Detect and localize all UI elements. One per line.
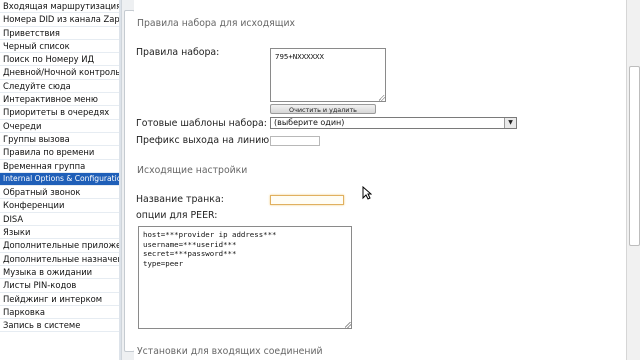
sidebar-scrollbar[interactable]: [121, 0, 135, 360]
resize-grip-icon[interactable]: [379, 95, 385, 101]
sidebar-item[interactable]: Правила по времени: [0, 146, 119, 160]
peer-options-label: опции для PEER:: [136, 210, 218, 221]
sidebar-item[interactable]: Дополнительные назначения: [0, 253, 119, 266]
incoming-settings-title: Установки для входящих соединений: [137, 346, 323, 357]
sidebar-item[interactable]: DISA: [0, 213, 119, 227]
sidebar-item[interactable]: Музыка в ожидании: [0, 266, 119, 280]
templates-label: Готовые шаблоны набора:: [136, 118, 267, 129]
sidebar-item[interactable]: Следуйте сюда: [0, 80, 119, 94]
prefix-input[interactable]: [270, 136, 320, 146]
trunk-name-label: Название транка:: [136, 194, 224, 205]
sidebar-item[interactable]: Парковка: [0, 306, 119, 320]
sidebar-item[interactable]: Интерактивное меню: [0, 93, 119, 107]
sidebar-item[interactable]: Пейджинг и интерком: [0, 293, 119, 306]
resize-grip-icon[interactable]: [345, 322, 351, 328]
trunk-name-input[interactable]: [270, 195, 344, 205]
page-scrollbar[interactable]: [626, 0, 640, 360]
outgoing-rules-title: Правила набора для исходящих: [137, 18, 296, 29]
sidebar-item[interactable]: Обратный звонок: [0, 186, 119, 200]
chevron-down-icon[interactable]: ▼: [504, 118, 516, 128]
main-panel: Правила набора для исходящих Правила наб…: [134, 0, 626, 360]
sidebar-item[interactable]: Черный список: [0, 40, 119, 54]
sidebar-item[interactable]: Приоритеты в очередях: [0, 106, 119, 120]
sidebar-item[interactable]: Входящая маршрутизация: [0, 0, 119, 14]
templates-selected-value: (выберите один): [274, 118, 345, 127]
sidebar-item[interactable]: Internal Options & Configuration: [0, 172, 119, 187]
dial-rules-label: Правила набора:: [136, 47, 220, 58]
sidebar-item[interactable]: Дополнительные приложения: [0, 239, 119, 253]
sidebar-item[interactable]: Листы PIN-кодов: [0, 279, 119, 293]
sidebar-item[interactable]: Приветствия: [0, 27, 119, 40]
sidebar-item[interactable]: Временная группа: [0, 160, 119, 173]
templates-select[interactable]: (выберите один) ▼: [270, 117, 517, 129]
sidebar-item[interactable]: Запись в системе: [0, 319, 119, 333]
sidebar-item[interactable]: Номера DID из канала Zap: [0, 13, 119, 27]
clean-duplicates-button[interactable]: Очистить и удалить дубликаты: [270, 104, 376, 124]
sidebar-item[interactable]: Языки: [0, 226, 119, 240]
sidebar-item[interactable]: Конференции: [0, 199, 119, 213]
dial-rules-textarea[interactable]: 795+NXXXXXX: [270, 48, 386, 102]
page-scrollbar-thumb[interactable]: [629, 66, 640, 246]
peer-options-textarea[interactable]: host=***provider ip address*** username=…: [138, 226, 352, 329]
prefix-label: Префикс выхода на линию:: [136, 135, 273, 146]
sidebar-item[interactable]: Дневной/Ночной контроль: [0, 66, 119, 80]
sidebar-item[interactable]: Поиск по Номеру ИД: [0, 53, 119, 67]
outgoing-settings-title: Исходящие настройки: [137, 165, 248, 176]
sidebar-item[interactable]: Очереди: [0, 120, 119, 133]
sidebar-item[interactable]: Группы вызова: [0, 133, 119, 147]
sidebar-nav: Входящая маршрутизация Номера DID из кана…: [0, 0, 119, 360]
mouse-cursor-icon: [362, 186, 372, 200]
